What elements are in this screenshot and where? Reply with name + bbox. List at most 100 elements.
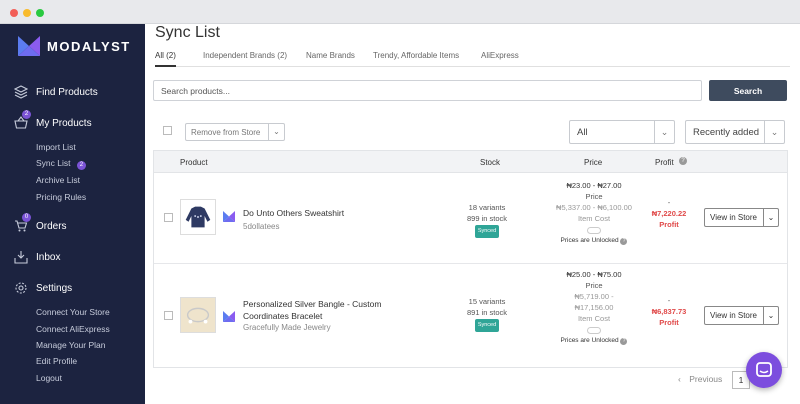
sweatshirt-image <box>185 206 211 228</box>
header-stock: Stock <box>480 158 501 167</box>
subnav-logout[interactable]: Logout <box>36 373 62 383</box>
tab-all[interactable]: All (2) <box>155 51 176 67</box>
subnav-sync-list-label: Sync List <box>36 158 71 168</box>
subnav-sync-list[interactable]: Sync List 2 <box>36 158 86 170</box>
filter-select[interactable]: All ⌄ <box>569 120 675 144</box>
product-vendor: Gracefully Made Jewelry <box>243 323 331 332</box>
bangle-image <box>181 298 215 332</box>
prices-unlocked-note: Prices are Unlocked ? <box>539 235 649 246</box>
row-checkbox[interactable] <box>164 311 173 320</box>
my-products-badge: 2 <box>22 110 31 119</box>
tab-independent-brands[interactable]: Independent Brands (2) <box>203 51 287 67</box>
sync-list-badge: 2 <box>76 161 86 170</box>
modalyst-brand-icon <box>223 211 235 222</box>
price-lock-toggle[interactable] <box>539 224 649 235</box>
price-range: ₦23.00 - ₦27.00 <box>566 181 622 190</box>
synced-badge: Synced <box>474 319 500 332</box>
tab-trendy-affordable[interactable]: Trendy, Affordable Items <box>373 51 459 67</box>
price-range: ₦25.00 - ₦75.00 <box>566 270 622 279</box>
prices-unlocked-text: Prices are Unlocked <box>560 337 619 344</box>
profit-value: ₦7,220.22 <box>651 209 687 218</box>
subnav-connect-store[interactable]: Connect Your Store <box>36 307 110 317</box>
select-all-checkbox[interactable] <box>163 126 172 135</box>
table-row: Do Unto Others Sweatshirt 5dollatees 18 … <box>154 173 787 264</box>
products-table: Product Stock Price Profit ? Do Unto Oth… <box>153 150 788 368</box>
prices-unlocked-note: Prices are Unlocked ? <box>539 335 649 346</box>
chat-launcher-button[interactable] <box>746 352 782 388</box>
price-lock-toggle[interactable] <box>539 324 649 335</box>
view-in-store-label: View in Store <box>710 213 757 222</box>
sort-select[interactable]: Recently added ⌄ <box>685 120 785 144</box>
product-name[interactable]: Do Unto Others Sweatshirt <box>243 208 344 218</box>
nav-settings[interactable]: Settings <box>14 281 72 295</box>
help-icon[interactable]: ? <box>620 238 628 245</box>
chevron-down-icon: ⌄ <box>654 121 674 143</box>
nav-orders[interactable]: Orders <box>14 219 67 233</box>
product-thumbnail[interactable] <box>180 199 216 235</box>
remove-from-store-button[interactable]: Remove from Store ⌄ <box>185 123 285 141</box>
search-button[interactable]: Search <box>709 80 787 101</box>
stock-cell: 15 variants 891 in stock Synced <box>454 296 520 332</box>
product-vendor: 5dollatees <box>243 222 280 231</box>
profit-dash: - <box>667 198 671 207</box>
subnav-edit-profile[interactable]: Edit Profile <box>36 356 77 366</box>
chevron-down-icon[interactable]: ⌄ <box>763 209 778 226</box>
minimize-window-dot[interactable] <box>23 9 31 17</box>
header-price: Price <box>584 158 603 167</box>
nav-inbox[interactable]: Inbox <box>14 250 60 264</box>
header-product: Product <box>180 158 208 167</box>
layers-icon <box>14 85 28 99</box>
product-name[interactable]: Personalized Silver Bangle - Custom Coor… <box>243 298 381 322</box>
remove-from-store-label: Remove from Store <box>191 128 261 137</box>
price-label: Price <box>585 281 603 290</box>
window-titlebar <box>0 0 800 24</box>
modalyst-brand-icon <box>223 311 235 322</box>
profit-cell: - ₦6,837.73 Profit <box>644 295 694 328</box>
row-checkbox[interactable] <box>164 213 173 222</box>
subnav-archive-list[interactable]: Archive List <box>36 175 80 185</box>
toggle-switch[interactable] <box>587 326 601 334</box>
tab-aliexpress[interactable]: AliExpress <box>481 51 519 67</box>
tab-name-brands[interactable]: Name Brands <box>306 51 355 67</box>
profit-dash: - <box>667 296 671 305</box>
pagination-previous[interactable]: ‹ Previous <box>678 374 722 384</box>
search-input[interactable]: Search products... <box>153 80 702 101</box>
inbox-icon <box>14 251 28 264</box>
gear-icon <box>15 282 27 294</box>
nav-find-products-label: Find Products <box>36 86 98 98</box>
subnav-manage-plan[interactable]: Manage Your Plan <box>36 340 105 350</box>
chevron-left-icon: ‹ <box>678 374 681 384</box>
chevron-down-icon: ⌄ <box>268 124 284 140</box>
subnav-connect-aliexpress[interactable]: Connect AliExpress <box>36 324 110 334</box>
chat-icon <box>756 362 772 377</box>
nav-my-products-label: My Products <box>36 117 92 129</box>
previous-label: Previous <box>689 374 723 384</box>
stock-count: 899 in stock <box>466 214 508 223</box>
subnav-pricing-rules[interactable]: Pricing Rules <box>36 192 86 202</box>
maximize-window-dot[interactable] <box>36 9 44 17</box>
view-in-store-button[interactable]: View in Store ⌄ <box>704 208 779 227</box>
item-cost-label: Item Cost <box>577 214 611 223</box>
item-cost-line2: ₦17,156.00 <box>574 303 614 312</box>
subnav-import-list[interactable]: Import List <box>36 142 76 152</box>
toggle-switch[interactable] <box>587 226 601 234</box>
close-window-dot[interactable] <box>10 9 18 17</box>
price-label: Price <box>585 192 603 201</box>
product-name-line1: Personalized Silver Bangle - Custom <box>243 299 382 309</box>
brand-logo[interactable]: MODALYST <box>18 36 131 56</box>
profit-label: Profit <box>659 318 679 327</box>
orders-badge: 0 <box>22 213 31 222</box>
tab-bar: All (2) Independent Brands (2) Name Bran… <box>155 51 790 67</box>
help-icon[interactable]: ? <box>679 157 687 165</box>
nav-find-products[interactable]: Find Products <box>14 85 98 99</box>
view-in-store-button[interactable]: View in Store ⌄ <box>704 306 779 325</box>
help-icon[interactable]: ? <box>620 338 628 345</box>
profit-label: Profit <box>659 220 679 229</box>
table-row: Personalized Silver Bangle - Custom Coor… <box>154 264 787 367</box>
filter-select-value: All <box>577 127 588 138</box>
chevron-down-icon[interactable]: ⌄ <box>763 307 778 324</box>
nav-inbox-label: Inbox <box>36 251 61 263</box>
price-cell: ₦23.00 - ₦27.00 Price ₦5,337.00 - ₦6,100… <box>539 180 649 246</box>
stock-count: 891 in stock <box>466 308 508 317</box>
product-thumbnail[interactable] <box>180 297 216 333</box>
